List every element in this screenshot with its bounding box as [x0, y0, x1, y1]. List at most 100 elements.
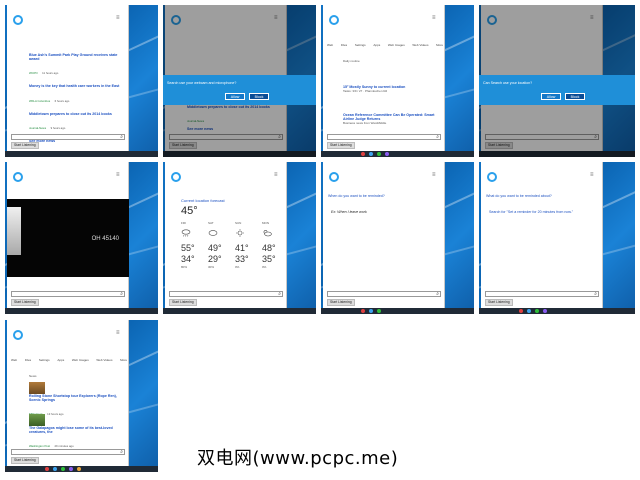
block-button[interactable]: Block: [565, 93, 585, 100]
taskbar-app-icon[interactable]: [377, 152, 381, 156]
taskbar-app-icon[interactable]: [53, 467, 57, 471]
weather-title[interactable]: Current location forecast: [181, 198, 285, 203]
cortana-icon[interactable]: [13, 172, 23, 182]
forecast-day: SAT 49° 29° 30%: [208, 221, 226, 269]
cortana-icon[interactable]: [487, 172, 497, 182]
list-item[interactable]: Money is the key that health care worker…: [29, 84, 125, 106]
cortana-panel: ≡ Web Files Settings Apps Web Images Web…: [7, 320, 129, 466]
taskbar-app-icon[interactable]: [535, 309, 539, 313]
location-card[interactable]: OH 45140: [7, 199, 129, 277]
list-item[interactable]: 15° Mostly Sunny to current location Tas…: [343, 85, 439, 93]
taskbar-app-icon[interactable]: [361, 309, 365, 313]
cortana-icon[interactable]: [171, 172, 181, 182]
taskbar-app-icon[interactable]: [527, 309, 531, 313]
news-source: WKLA Columbus: [29, 98, 51, 103]
menu-icon[interactable]: ≡: [116, 15, 122, 21]
search-input[interactable]: ⌕: [485, 291, 599, 297]
search-suggestion-link[interactable]: Search for "Set a reminder for 20 minute…: [489, 210, 599, 214]
screenshot-collage: ≡ Blue Ash's Summit Park Play Ground rec…: [0, 0, 640, 480]
tab-apps[interactable]: Apps: [373, 43, 380, 47]
watermark-text: 双电网(www.pcpc.me): [197, 448, 399, 469]
tab-web-videos[interactable]: Web Videos: [96, 358, 112, 362]
tab-files[interactable]: Files: [341, 43, 347, 47]
search-input[interactable]: ⌕: [11, 449, 125, 455]
taskbar-app-icon[interactable]: [77, 467, 81, 471]
precip-chance: 30%: [208, 265, 215, 269]
start-listening-button[interactable]: Start Listening: [11, 299, 39, 306]
list-item[interactable]: Ocean Reference Committee Can Be Operate…: [343, 113, 439, 125]
menu-icon[interactable]: ≡: [432, 172, 438, 178]
tab-settings[interactable]: Settings: [355, 43, 366, 47]
low-temp: 34°: [181, 254, 195, 264]
prompt-text: Can Search use your location?: [483, 81, 533, 85]
tab-more[interactable]: More: [120, 358, 127, 362]
news-title[interactable]: The Galapagos might lose some of its bes…: [29, 426, 125, 434]
menu-icon[interactable]: ≡: [116, 172, 122, 178]
forecast-days: FRI 55° 34° 80% SAT 49° 29° 30% SUN 41° …: [181, 221, 285, 269]
cortana-icon[interactable]: [13, 15, 23, 25]
search-input[interactable]: ⌕: [169, 291, 283, 297]
taskbar-app-icon[interactable]: [543, 309, 547, 313]
taskbar-app-icon[interactable]: [45, 467, 49, 471]
search-input[interactable]: ⌕: [327, 291, 441, 297]
start-listening-button[interactable]: Start Listening: [169, 299, 197, 306]
day-name: MON: [262, 221, 269, 225]
tab-web-videos[interactable]: Web Videos: [412, 43, 428, 47]
news-title[interactable]: Blue Ash's Summit Park Play Ground recei…: [29, 53, 125, 61]
taskbar-app-icon[interactable]: [519, 309, 523, 313]
taskbar-app-icon[interactable]: [61, 467, 65, 471]
high-temp: 41°: [235, 243, 249, 253]
tab-apps[interactable]: Apps: [57, 358, 64, 362]
taskbar-app-icon[interactable]: [369, 152, 373, 156]
search-tabs: Web Files Settings Apps Web Images Web V…: [11, 358, 127, 362]
cortana-icon[interactable]: [329, 15, 339, 25]
cortana-panel: ≡ When do you want to be reminded? Ex: W…: [323, 162, 445, 308]
menu-icon[interactable]: ≡: [116, 330, 122, 336]
weather-card[interactable]: Current location forecast 45° FRI 55° 34…: [181, 198, 285, 269]
news-source: Journal-News: [29, 125, 47, 130]
result-title[interactable]: Ocean Reference Committee Can Be Operate…: [343, 113, 439, 121]
list-item[interactable]: Middletown prepares to close out its 201…: [29, 112, 125, 134]
news-title[interactable]: Rolling Stone Shortstop tour Explorers (…: [29, 394, 125, 402]
taskbar-app-icon[interactable]: [369, 309, 373, 313]
tab-web[interactable]: Web: [327, 43, 333, 47]
cortana-icon[interactable]: [13, 330, 23, 340]
tab-web-images[interactable]: Web Images: [72, 358, 89, 362]
tile-news: ≡ Blue Ash's Summit Park Play Ground rec…: [5, 5, 158, 157]
news-title[interactable]: Money is the key that health care worker…: [29, 84, 125, 88]
news-title[interactable]: Middletown prepares to close out its 201…: [29, 112, 125, 116]
start-listening-button[interactable]: Start Listening: [327, 299, 355, 306]
tab-more[interactable]: More: [436, 43, 443, 47]
result-detail: Tasks: 3/9 / 27 · Pfannkuchen Rd: [343, 89, 388, 94]
taskbar: [5, 466, 158, 472]
search-input[interactable]: ⌕: [327, 134, 441, 140]
taskbar-app-icon[interactable]: [385, 152, 389, 156]
list-item[interactable]: Blue Ash's Summit Park Play Ground recei…: [29, 53, 125, 79]
tab-settings[interactable]: Settings: [39, 358, 50, 362]
search-input[interactable]: ⌕: [11, 134, 125, 140]
location-image: [7, 207, 21, 255]
allow-button[interactable]: Allow: [541, 93, 561, 100]
tab-web-images[interactable]: Web Images: [388, 43, 405, 47]
start-listening-button[interactable]: Start Listening: [11, 142, 39, 149]
start-listening-button[interactable]: Start Listening: [327, 142, 355, 149]
tab-files[interactable]: Files: [25, 358, 31, 362]
news-thumbnail: [29, 414, 45, 426]
search-input[interactable]: ⌕: [11, 291, 125, 297]
start-listening-button[interactable]: Start Listening: [485, 299, 513, 306]
menu-icon[interactable]: ≡: [590, 172, 596, 178]
menu-icon[interactable]: ≡: [432, 15, 438, 21]
tile-location-map: ≡ OH 45140 ⌕ Start Listening: [5, 162, 158, 314]
taskbar-app-icon[interactable]: [69, 467, 73, 471]
list-item[interactable]: The Galapagos might lose some of its bes…: [29, 414, 125, 452]
start-listening-button[interactable]: Start Listening: [11, 457, 39, 464]
menu-icon[interactable]: ≡: [274, 172, 280, 178]
tab-web[interactable]: Web: [11, 358, 17, 362]
taskbar: [321, 151, 474, 157]
forecast-day: MON 48° 35° 0%: [262, 221, 280, 269]
allow-button[interactable]: Allow: [225, 93, 245, 100]
taskbar-app-icon[interactable]: [377, 309, 381, 313]
taskbar-app-icon[interactable]: [361, 152, 365, 156]
block-button[interactable]: Block: [249, 93, 269, 100]
cortana-icon[interactable]: [329, 172, 339, 182]
